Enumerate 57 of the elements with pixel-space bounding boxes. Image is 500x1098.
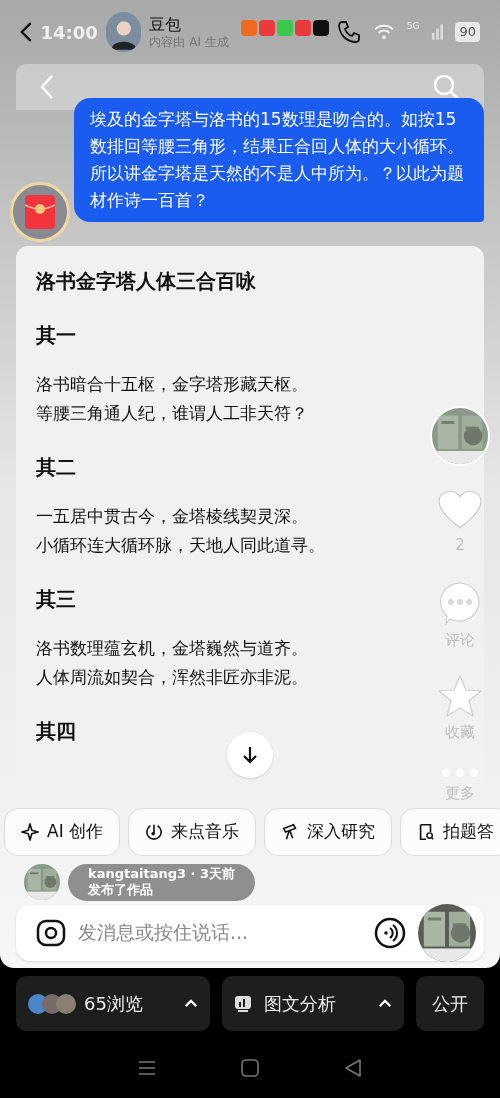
stanza-heading: 其二: [36, 454, 76, 481]
down-arrow-icon: [240, 745, 260, 765]
views-button[interactable]: 65浏览: [16, 976, 210, 1031]
user-message-bubble: 埃及的金字塔与洛书的15数理是吻合的。如按15数排回等腰三角形，结果正合回人体的大小循环。所以讲金字塔是天然的不是人中所为。？以此为题材作诗一百首？: [74, 98, 484, 222]
viewer-avatars: [28, 993, 76, 1014]
star-icon: [438, 675, 482, 717]
poem-line: 人体周流如契合，浑然非匠亦非泥。: [36, 666, 308, 689]
phone-icon[interactable]: [336, 20, 361, 44]
poem-line: 等腰三角通人纪，谁谓人工非天符？: [36, 402, 308, 425]
home-icon[interactable]: [241, 1059, 259, 1077]
app-icon: [240, 20, 257, 36]
gift-envelope-button[interactable]: [10, 182, 70, 242]
toast-action: 发布了作品: [88, 882, 154, 899]
search-icon[interactable]: [432, 73, 460, 101]
voice-icon[interactable]: [374, 916, 406, 949]
signal-icon: [431, 23, 444, 41]
back-icon[interactable]: [343, 1059, 362, 1077]
stanza-heading: 其一: [36, 322, 76, 349]
app-icon: [312, 20, 329, 36]
heart-icon: [438, 490, 482, 530]
wifi-icon: [372, 24, 395, 40]
suggestion-chip[interactable]: AI 创作: [4, 808, 121, 856]
poem-title: 洛书金字塔人体三合百咏: [36, 268, 257, 295]
poem-line: 一五居中贯古今，金塔棱线契灵深。: [36, 505, 308, 528]
menu-icon[interactable]: [138, 1060, 157, 1076]
back-icon[interactable]: [20, 20, 33, 44]
stanza-heading: 其三: [36, 586, 76, 613]
user-avatar[interactable]: [418, 903, 476, 962]
caret-up-icon: [184, 999, 198, 1008]
sparkle-icon: [21, 823, 39, 841]
analysis-button[interactable]: 图文分析: [222, 976, 404, 1031]
camera-icon[interactable]: [36, 918, 66, 947]
caret-up-icon: [378, 999, 392, 1008]
chart-icon: [234, 994, 252, 1013]
toast-user: kangtaitang3 · 3天前: [88, 866, 236, 883]
message-field[interactable]: 发消息或按住说话...: [78, 918, 362, 947]
poem-line: 小循环连大循环脉，天地人同此道寻。: [36, 534, 325, 557]
battery-level: 90: [455, 22, 480, 42]
poem-line: 洛书暗合十五枢，金字塔形藏天枢。: [36, 373, 308, 396]
comment-icon: [438, 580, 482, 625]
message-input[interactable]: 发消息或按住说话...: [16, 904, 484, 961]
clock-time: 14:00: [40, 20, 98, 45]
app-icon: [276, 20, 293, 36]
stanza-heading: 其四: [36, 718, 76, 745]
chat-title: 豆包: [149, 14, 183, 35]
suggestion-chip[interactable]: 深入研究: [264, 808, 393, 856]
suggestion-chip[interactable]: 拍题答: [400, 808, 500, 856]
avatar: [105, 12, 142, 52]
poem-line: 洛书数理蕴玄机，金塔巍然与道齐。: [36, 637, 308, 660]
envelope-icon: [25, 195, 55, 229]
network-label: 5G: [406, 20, 420, 33]
post-thumbnail[interactable]: [24, 864, 60, 901]
app-icon: [294, 20, 311, 36]
app-icon: [258, 20, 275, 36]
visibility-button[interactable]: 公开: [416, 976, 484, 1031]
document-search-icon: [417, 823, 436, 841]
suggestion-chip[interactable]: 来点音乐: [128, 808, 257, 856]
